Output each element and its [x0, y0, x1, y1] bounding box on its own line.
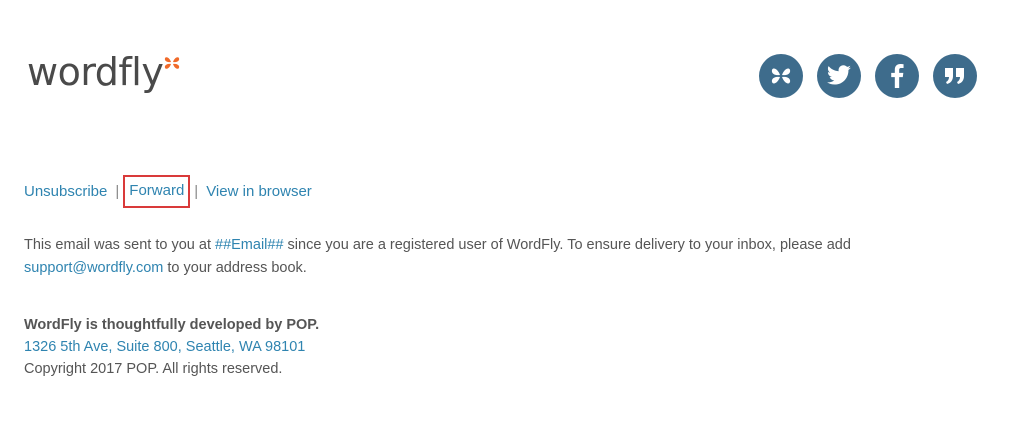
email-footer: wordfly Unsubscribe | Forward | View in …	[0, 0, 1024, 428]
facebook-icon[interactable]	[875, 54, 919, 98]
notice-suffix: to your address book.	[163, 260, 307, 276]
company-info: WordFly is thoughtfully developed by POP…	[24, 314, 319, 380]
notice-prefix: This email was sent to you at	[24, 237, 215, 253]
delivery-notice: This email was sent to you at ##Email## …	[24, 234, 1024, 280]
view-in-browser-link[interactable]: View in browser	[206, 183, 312, 200]
unsubscribe-link[interactable]: Unsubscribe	[24, 183, 107, 200]
wordfly-social-icon[interactable]	[759, 54, 803, 98]
butterfly-logo-icon	[164, 55, 180, 76]
link-separator: |	[115, 183, 120, 200]
logo-text: wordfly	[27, 50, 164, 94]
developer-credit: WordFly is thoughtfully developed by POP…	[24, 317, 320, 333]
support-email-link[interactable]: support@wordfly.com	[24, 260, 163, 276]
email-token[interactable]: ##Email##	[215, 237, 284, 253]
twitter-icon[interactable]	[817, 54, 861, 98]
email-action-links: Unsubscribe | Forward | View in browser	[24, 175, 312, 208]
link-separator: |	[194, 183, 199, 200]
social-links	[759, 54, 977, 98]
forward-highlight: Forward	[123, 175, 191, 208]
quote-icon[interactable]	[933, 54, 977, 98]
wordfly-logo[interactable]: wordfly	[27, 50, 180, 94]
notice-middle: since you are a registered user of WordF…	[283, 237, 851, 253]
copyright-text: Copyright 2017 POP. All rights reserved.	[24, 361, 283, 377]
company-address[interactable]: 1326 5th Ave, Suite 800, Seattle, WA 981…	[24, 336, 319, 358]
forward-link[interactable]: Forward	[129, 182, 184, 199]
